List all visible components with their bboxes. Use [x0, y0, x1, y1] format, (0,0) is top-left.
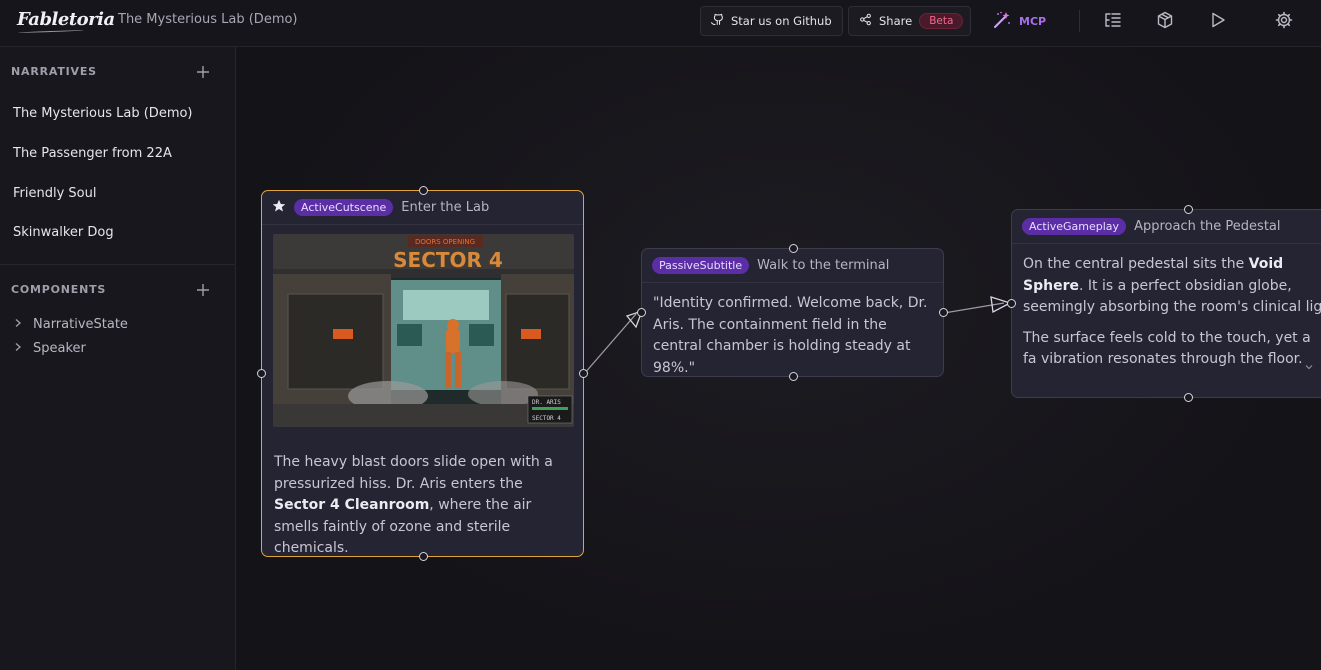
top-bar: Fabletoria The Mysterious Lab (Demo) Sta…	[0, 0, 1321, 47]
node-handle-left[interactable]	[637, 308, 646, 317]
package-icon[interactable]	[1156, 11, 1174, 29]
narrative-item[interactable]: Skinwalker Dog	[13, 225, 114, 240]
chevron-right-icon	[13, 317, 23, 332]
node-type-badge: ActiveGameplay	[1022, 218, 1127, 235]
narrative-item[interactable]: Friendly Soul	[13, 186, 96, 201]
chevron-down-icon[interactable]	[1304, 357, 1314, 376]
node-handle-top[interactable]	[1184, 205, 1193, 214]
settings-gear-icon[interactable]	[1275, 11, 1293, 29]
node-title: Enter the Lab	[401, 200, 490, 215]
github-icon	[710, 13, 724, 29]
image-tag-text: DR. ARIS	[532, 399, 561, 406]
toolbar-divider	[1079, 10, 1080, 32]
narrative-item[interactable]: The Passenger from 22A	[13, 146, 172, 161]
github-button[interactable]: Star us on Github	[700, 6, 843, 36]
node-handle-top[interactable]	[789, 244, 798, 253]
node-description: The heavy blast doors slide open with a …	[263, 442, 573, 570]
node-handle-right[interactable]	[579, 369, 588, 378]
app-logo[interactable]: Fabletoria	[17, 9, 115, 30]
component-item[interactable]: Speaker	[13, 341, 86, 356]
project-title: The Mysterious Lab (Demo)	[118, 12, 298, 27]
mcp-label: MCP	[1019, 15, 1047, 28]
share-button[interactable]: Share Beta	[848, 6, 971, 36]
logo-swoosh	[18, 29, 84, 34]
node-handle-left[interactable]	[257, 369, 266, 378]
component-item[interactable]: NarrativeState	[13, 317, 128, 332]
desc-text: The surface feels cold to the touch, yet…	[1023, 329, 1311, 368]
image-tag-text: SECTOR 4	[532, 415, 561, 422]
node-handle-right[interactable]	[939, 308, 948, 317]
play-icon[interactable]	[1209, 11, 1227, 29]
sector-sign-text: SECTOR 4	[393, 248, 503, 272]
node-handle-bottom[interactable]	[419, 552, 428, 561]
node-handle-top[interactable]	[419, 186, 428, 195]
mcp-button[interactable]: MCP	[992, 10, 1046, 33]
tree-view-icon[interactable]	[1104, 11, 1122, 29]
node-type-badge: PassiveSubtitle	[652, 257, 750, 274]
node-header: ActiveGameplay Approach the Pedestal	[1012, 210, 1321, 244]
add-component-plus-icon[interactable]	[196, 282, 210, 296]
node-description: On the central pedestal sits the Void Sp…	[1012, 244, 1321, 381]
component-label: NarrativeState	[33, 317, 128, 332]
node-handle-left[interactable]	[1007, 299, 1016, 308]
github-label: Star us on Github	[731, 14, 832, 28]
add-narrative-plus-icon[interactable]	[196, 64, 210, 78]
node-approach-pedestal[interactable]: ActiveGameplay Approach the Pedestal On …	[1007, 205, 1321, 402]
share-label: Share	[879, 14, 913, 28]
narrative-item[interactable]: The Mysterious Lab (Demo)	[13, 106, 193, 121]
node-title: Walk to the terminal	[757, 258, 890, 273]
node-walk-to-terminal[interactable]: PassiveSubtitle Walk to the terminal "Id…	[637, 244, 948, 381]
component-label: Speaker	[33, 341, 86, 356]
node-title: Approach the Pedestal	[1134, 219, 1281, 234]
desc-bold: Sector 4 Cleanroom	[274, 497, 430, 513]
components-heading: COMPONENTS	[11, 283, 107, 296]
node-enter-the-lab[interactable]: ActiveCutscene Enter the Lab DOORS OPENI…	[257, 186, 588, 561]
star-icon[interactable]	[272, 199, 286, 217]
chevron-right-icon	[13, 341, 23, 356]
node-type-badge: ActiveCutscene	[294, 199, 394, 216]
node-handle-bottom[interactable]	[1184, 393, 1193, 402]
scene-image: DOORS OPENING SECTOR 4 DR. ARIS SECTOR 4	[273, 234, 574, 427]
sidebar: NARRATIVES The Mysterious Lab (Demo) The…	[0, 47, 236, 670]
node-handle-bottom[interactable]	[789, 372, 798, 381]
node-header: PassiveSubtitle Walk to the terminal	[642, 249, 943, 283]
magic-wand-icon	[992, 10, 1012, 33]
desc-text: The heavy blast doors slide open with a …	[274, 454, 553, 492]
door-sign-text: DOORS OPENING	[415, 238, 475, 246]
narratives-heading: NARRATIVES	[11, 65, 97, 78]
sidebar-divider	[0, 264, 236, 265]
share-icon	[859, 13, 872, 29]
beta-badge: Beta	[919, 13, 964, 29]
node-header: ActiveCutscene Enter the Lab	[262, 191, 583, 225]
desc-text: On the central pedestal sits the	[1023, 256, 1249, 272]
